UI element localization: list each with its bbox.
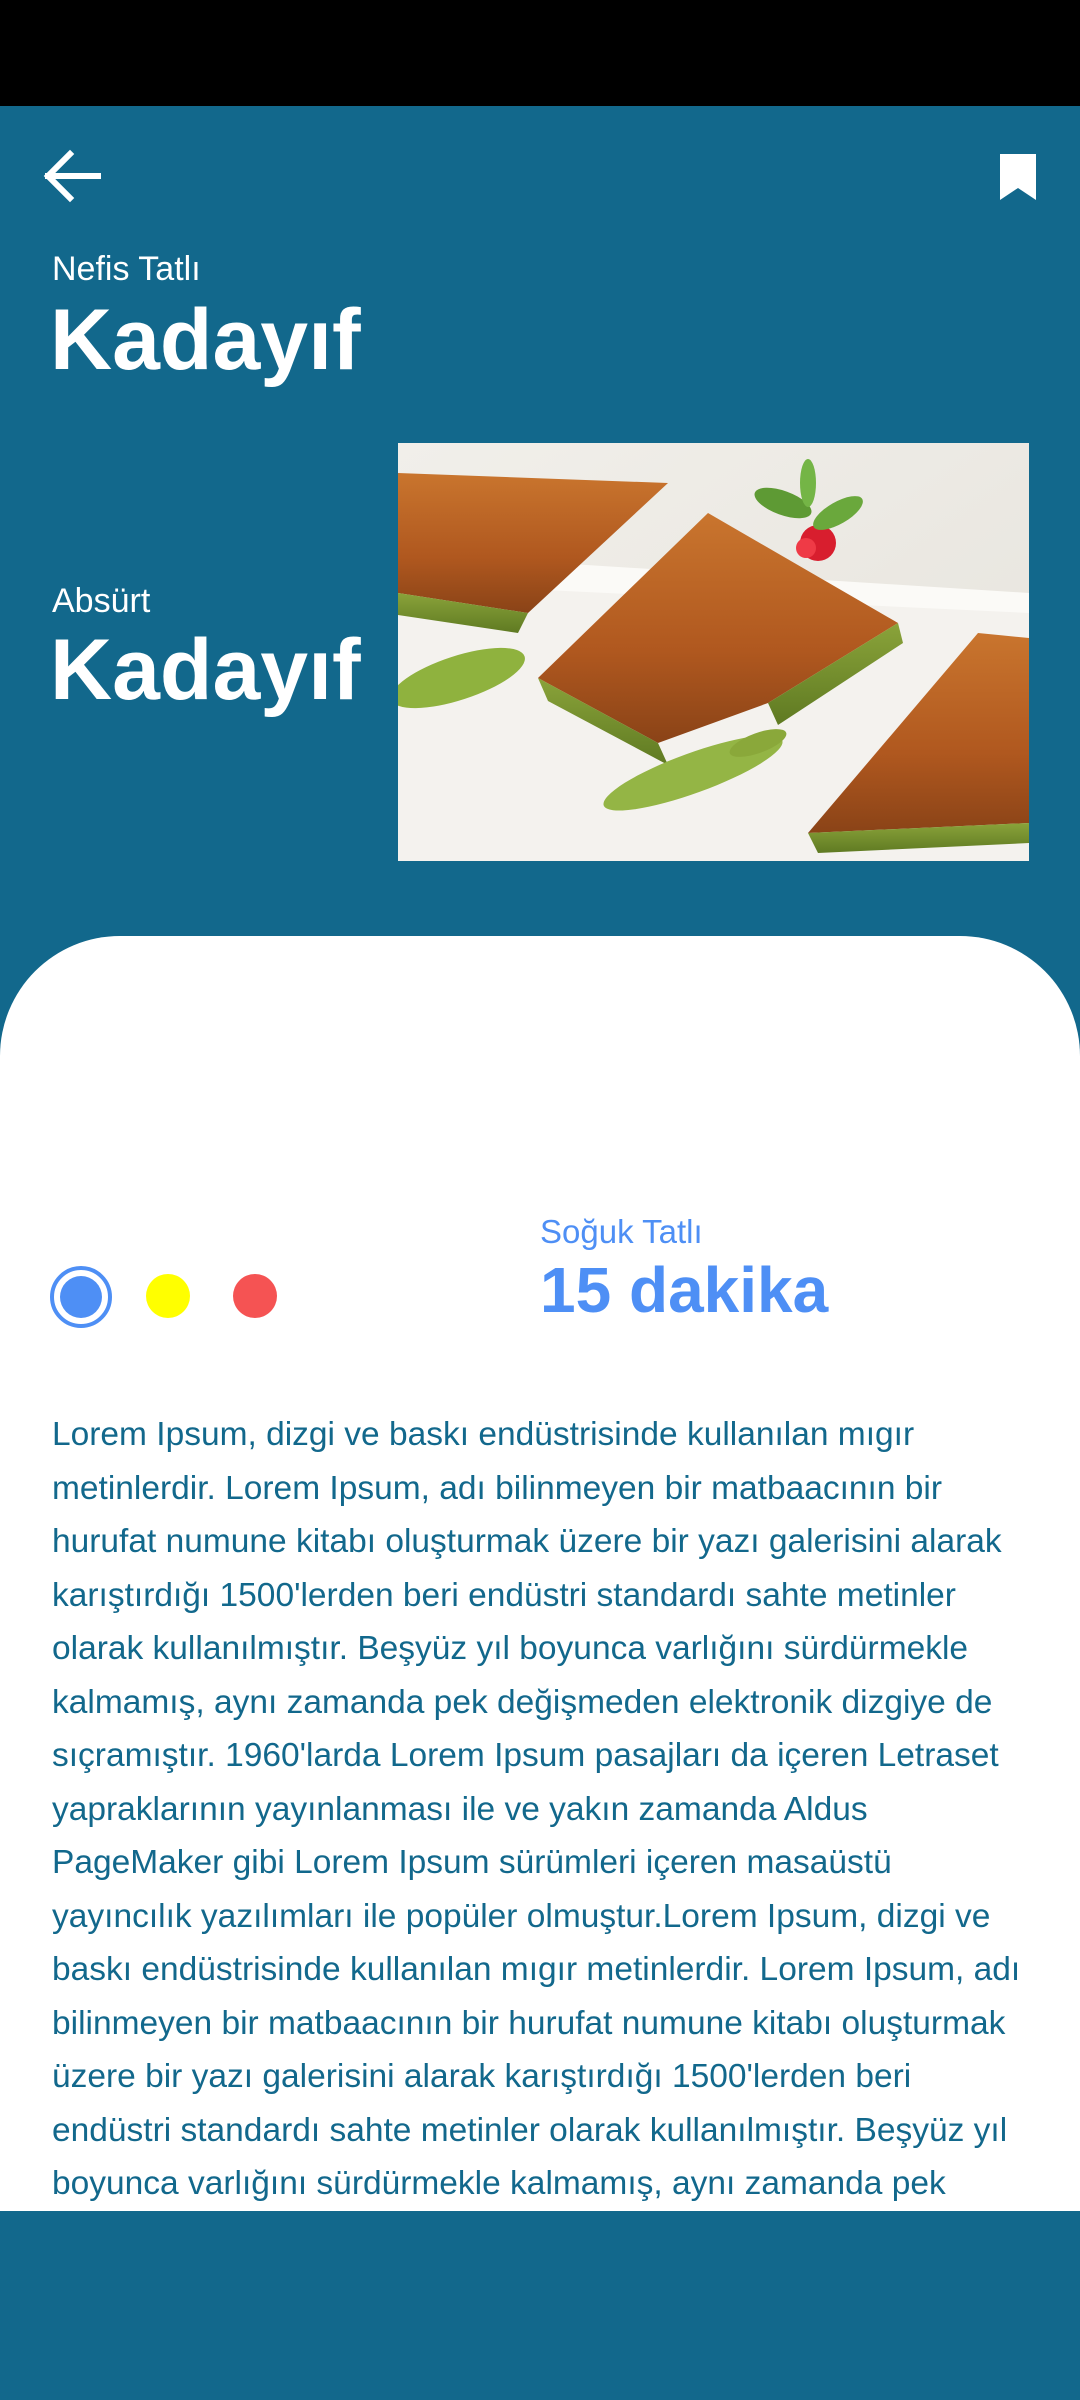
status-bar [0, 0, 1080, 106]
recipe-description: Lorem Ipsum, dizgi ve baskı endüstrisind… [52, 1416, 1021, 2202]
category-label: Soğuk Tatlı [540, 1213, 703, 1250]
bottom-bar [0, 2211, 1080, 2400]
color-option-blue[interactable] [50, 1266, 112, 1328]
dessert-photo [398, 443, 1029, 861]
bookmark-button[interactable] [996, 150, 1040, 204]
back-button[interactable] [36, 140, 108, 212]
dessert-secondary-subtitle: Absürt [52, 582, 151, 620]
dessert-subtitle: Nefis Tatlı [52, 250, 201, 288]
color-option-yellow[interactable] [146, 1274, 190, 1318]
arrow-left-icon [43, 149, 101, 203]
dessert-secondary-title: Kadayıf [50, 622, 361, 718]
prep-time: 15 dakika [540, 1254, 829, 1326]
bookmark-icon [1000, 154, 1036, 200]
color-option-red[interactable] [233, 1274, 277, 1318]
dessert-title: Kadayıf [50, 292, 361, 388]
